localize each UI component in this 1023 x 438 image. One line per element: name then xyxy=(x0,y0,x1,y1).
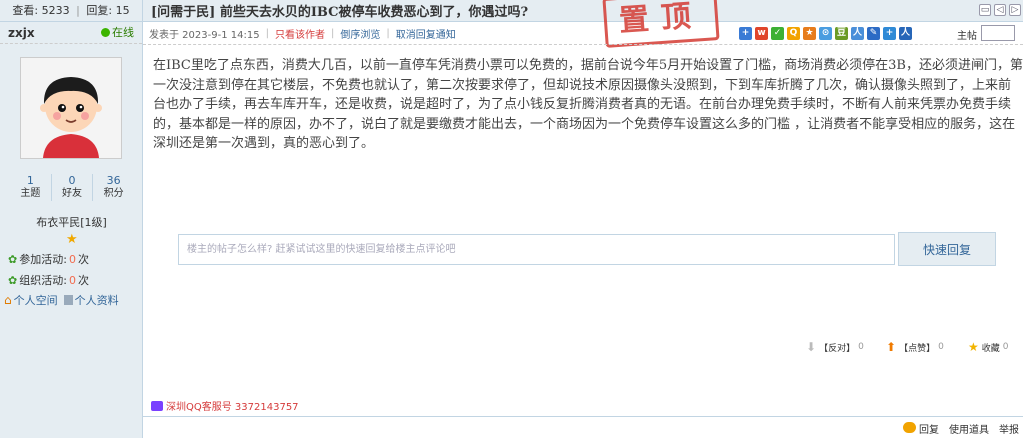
oppose-button[interactable]: ⬇ 【反对】 0 xyxy=(806,339,864,355)
tools-link[interactable]: 使用道具 xyxy=(949,421,989,436)
post-time: 发表于 2023-9-1 14:15 xyxy=(149,29,260,41)
profile-links: ⌂ 个人空间 个人资料 xyxy=(4,292,119,308)
quick-reply-input[interactable]: 楼主的帖子怎么样? 赶紧试试这里的快速回复给楼主点评论吧 xyxy=(178,234,895,265)
activity-icon: ✿ xyxy=(8,273,18,287)
count-friends-value: 0 xyxy=(68,174,76,187)
activity-organized-unit: 次 xyxy=(77,274,89,287)
activity-organized: ✿ 组织活动: 0 次 xyxy=(8,272,89,288)
font-size-label: 主帖 xyxy=(957,31,977,42)
count-friends-label: 好友 xyxy=(62,188,82,199)
stat-separator: | xyxy=(76,4,80,17)
edit-icon[interactable]: ✎ xyxy=(867,27,880,40)
rank-star-icon: ★ xyxy=(66,232,78,247)
online-label: 在线 xyxy=(112,25,134,39)
weibo-icon[interactable]: w xyxy=(755,27,768,40)
reply-link[interactable]: 回复 xyxy=(903,421,939,436)
cancel-notify-link[interactable]: 取消回复通知 xyxy=(396,26,456,41)
support-count: 0 xyxy=(938,342,944,352)
profile-icon xyxy=(63,295,73,305)
count-threads[interactable]: 1 主题 xyxy=(10,174,52,201)
user-rank[interactable]: 布衣平民[1级] xyxy=(0,214,143,230)
next-thread-icon[interactable]: ▷ xyxy=(1009,4,1021,16)
activity-joined-unit: 次 xyxy=(77,253,89,266)
reply-icon xyxy=(903,422,916,433)
post-content: 在IBC里吃了点东西，消费大几百，以前一直停车凭消费小票可以免费的，据前台说今年… xyxy=(153,58,1023,151)
share-icons: + w ✓ Q ★ ⊙ 豆 人 ✎ + 人 xyxy=(739,27,912,40)
renren-icon[interactable]: 人 xyxy=(851,27,864,40)
count-threads-label: 主题 xyxy=(20,188,41,199)
count-threads-value: 1 xyxy=(26,174,34,187)
star-icon: ★ xyxy=(968,340,979,354)
activity-joined: ✿ 参加活动: 0 次 xyxy=(8,251,89,267)
qq-icon[interactable]: Q xyxy=(787,27,800,40)
favorite-button[interactable]: ★ 收藏 0 xyxy=(968,339,1009,355)
views-label: 查看: xyxy=(12,4,39,17)
favorite-label: 收藏 xyxy=(981,343,1000,354)
author-row: zxjx 在线 xyxy=(0,22,142,44)
share-icon[interactable]: ⊙ xyxy=(819,27,832,40)
activity-organized-count[interactable]: 0 xyxy=(69,274,76,287)
wechat-icon[interactable]: ✓ xyxy=(771,27,784,40)
activity-organized-label: 组织活动: xyxy=(19,274,67,287)
user-icon[interactable]: 人 xyxy=(899,27,912,40)
meta-separator: | xyxy=(330,27,335,39)
author-sidebar: 查看: 5233 | 回复: 15 zxjx 在线 1 主题 0 好友 36 积… xyxy=(0,0,143,438)
activity-joined-count[interactable]: 0 xyxy=(69,253,76,266)
author-counts: 1 主题 0 好友 36 积分 xyxy=(10,174,134,201)
avatar[interactable] xyxy=(20,57,122,159)
count-points[interactable]: 36 积分 xyxy=(93,174,134,201)
font-size-input[interactable] xyxy=(981,25,1015,41)
activity-icon: ✿ xyxy=(8,252,18,266)
home-icon: ⌂ xyxy=(4,293,12,307)
print-icon[interactable]: ▭ xyxy=(979,4,991,16)
qq-service-text: 深圳QQ客服号 3372143757 xyxy=(166,402,299,413)
thread-stats: 查看: 5233 | 回复: 15 xyxy=(0,0,142,22)
favorite-count: 0 xyxy=(1002,342,1009,352)
count-points-label: 积分 xyxy=(103,188,124,199)
count-friends[interactable]: 0 好友 xyxy=(52,174,94,201)
oppose-count: 0 xyxy=(858,342,864,352)
replies-count: 15 xyxy=(115,4,130,17)
views-count: 5233 xyxy=(41,4,70,17)
post-title-bar: [问需于民] 前些天去水贝的IBC被停车收费恶心到了，你遇过吗? ▭ ◁ ▷ xyxy=(143,0,1023,22)
author-name[interactable]: zxjx xyxy=(8,22,35,44)
reverse-order-link[interactable]: 倒序浏览 xyxy=(340,26,380,41)
replies-label: 回复: xyxy=(86,4,113,17)
prev-thread-icon[interactable]: ◁ xyxy=(994,4,1006,16)
personal-space-link[interactable]: 个人空间 xyxy=(14,292,58,308)
report-link[interactable]: 举报 xyxy=(999,421,1019,436)
activity-joined-label: 参加活动: xyxy=(19,253,67,266)
qq-service-icon xyxy=(151,400,163,411)
personal-profile-link[interactable]: 个人资料 xyxy=(75,292,119,308)
support-label: 【点赞】 xyxy=(899,343,936,354)
oppose-label: 【反对】 xyxy=(819,343,856,354)
plus-icon[interactable]: + xyxy=(883,27,896,40)
post-footer-actions: 回复 使用道具 举报 xyxy=(903,421,1019,436)
douban-icon[interactable]: 豆 xyxy=(835,27,848,40)
thumb-up-icon: ⬆ xyxy=(886,340,897,354)
divider xyxy=(143,416,1023,417)
thumb-down-icon: ⬇ xyxy=(806,340,817,354)
meta-separator: | xyxy=(265,27,269,39)
count-points-value: 36 xyxy=(106,174,121,187)
meta-separator: | xyxy=(386,27,390,39)
only-author-link[interactable]: 只看该作者 xyxy=(275,26,325,41)
post-title: [问需于民] 前些天去水贝的IBC被停车收费恶心到了，你遇过吗? xyxy=(151,5,529,20)
online-status: 在线 xyxy=(101,22,134,44)
post-meta-bar: 发表于 2023-9-1 14:15 | 只看该作者 | 倒序浏览 | 取消回复… xyxy=(143,22,1023,45)
reply-label: 回复 xyxy=(919,425,939,436)
quick-reply-button[interactable]: 快速回复 xyxy=(898,232,996,266)
add-icon[interactable]: + xyxy=(739,27,752,40)
online-icon xyxy=(101,28,110,37)
support-button[interactable]: ⬆ 【点赞】 0 xyxy=(886,339,944,355)
title-tools: ▭ ◁ ▷ xyxy=(979,4,1021,16)
avatar-image xyxy=(21,58,121,158)
qzone-icon[interactable]: ★ xyxy=(803,27,816,40)
qq-service[interactable]: 深圳QQ客服号 3372143757 xyxy=(151,398,299,413)
